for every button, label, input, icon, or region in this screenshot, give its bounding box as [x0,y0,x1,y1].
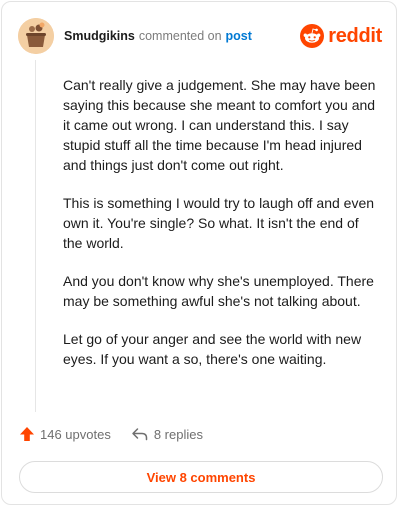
user-avatar[interactable] [18,18,54,54]
replies-button[interactable]: 8 replies [131,426,203,442]
reply-arrow-icon [132,428,148,441]
reddit-wordmark: reddit [328,24,382,47]
comment-paragraph: Can't really give a judgement. She may h… [63,77,376,173]
upvote-count: 146 upvotes [40,426,111,442]
reddit-logo-icon [300,24,325,48]
avatar-illustration [18,18,54,54]
author-username[interactable]: Smudgikins [64,29,135,43]
reply-count: 8 replies [153,426,203,442]
comment-paragraph: This is something I would try to laugh o… [63,195,375,251]
comment-body: Can't really give a judgement. She may h… [63,75,381,387]
comment-actions: 146 upvotes 8 replies [19,426,203,442]
comment-card: Smudgikins commented on post reddit Can'… [1,1,397,505]
upvote-arrow-icon [20,427,34,441]
byline-verb: commented on [138,29,222,43]
comment-header: Smudgikins commented on post reddit [18,17,382,55]
comment-paragraph: Let go of your anger and see the world w… [63,331,362,367]
view-comments-button[interactable]: View 8 comments [19,461,383,493]
post-link[interactable]: post [226,29,252,43]
comment-byline: Smudgikins commented on post [64,29,252,43]
reddit-brand[interactable]: reddit [300,24,382,48]
thread-line[interactable] [35,60,36,412]
upvote-button[interactable]: 146 upvotes [19,426,111,442]
comment-paragraph: And you don't know why she's unemployed.… [63,273,374,309]
